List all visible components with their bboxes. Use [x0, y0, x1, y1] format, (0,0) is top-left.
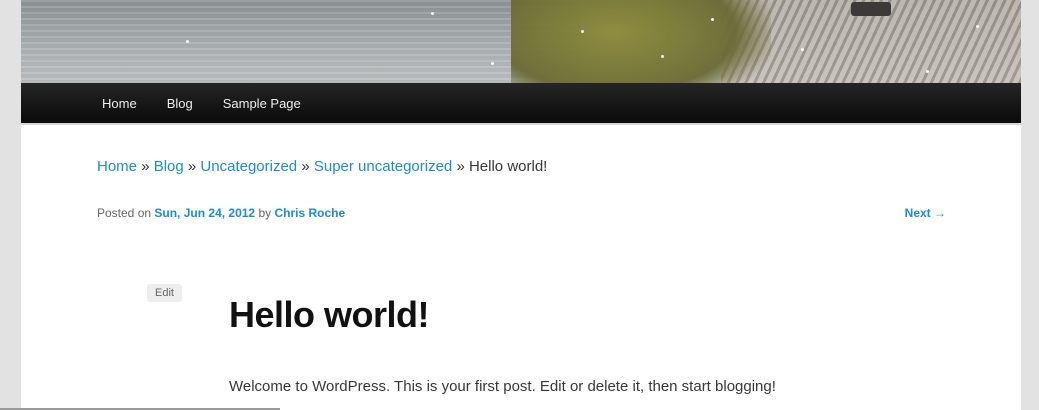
post-title: Hello world! — [229, 294, 430, 335]
next-post-link[interactable]: Next → — [905, 206, 946, 220]
snowflake — [801, 48, 804, 51]
breadcrumb-separator: » — [301, 158, 310, 175]
nav-item-home: Home — [87, 83, 152, 125]
nav-item-blog: Blog — [152, 83, 208, 125]
header-banner-image[interactable] — [21, 0, 1021, 83]
by-label: by — [258, 206, 272, 220]
breadcrumb-home[interactable]: Home — [97, 158, 137, 175]
nav-link-home[interactable]: Home — [87, 83, 152, 125]
breadcrumb-separator: » — [187, 158, 197, 175]
snowflake — [431, 12, 434, 15]
breadcrumb-current: Hello world! — [468, 158, 548, 175]
nav-menu: Home Blog Sample Page — [87, 83, 316, 125]
breadcrumb-separator: » — [141, 158, 150, 175]
post-date-link[interactable]: Sun, Jun 24, 2012 — [154, 206, 255, 220]
snowflake — [711, 18, 714, 21]
posted-on-label: Posted on — [97, 206, 152, 220]
page-container: Home Blog Sample Page Home » Blog » Unca… — [21, 0, 1021, 410]
snowflake — [581, 30, 584, 33]
snowflake — [186, 40, 189, 43]
breadcrumb: Home » Blog » Uncategorized » Super unca… — [97, 158, 547, 175]
breadcrumb-super-uncategorized[interactable]: Super uncategorized — [314, 158, 452, 175]
post-meta: Posted on Sun, Jun 24, 2012 by Chris Roc… — [97, 206, 345, 220]
nav-link-blog[interactable]: Blog — [152, 83, 208, 125]
banner-bench — [851, 2, 891, 16]
snowflake — [976, 25, 979, 28]
snowflake — [926, 70, 929, 73]
breadcrumb-uncategorized[interactable]: Uncategorized — [200, 158, 297, 175]
nav-link-sample-page[interactable]: Sample Page — [208, 83, 316, 125]
snowflake — [491, 62, 494, 65]
main-navigation: Home Blog Sample Page — [21, 83, 1021, 125]
author-link[interactable]: Chris Roche — [274, 206, 345, 220]
banner-tree — [511, 0, 771, 83]
breadcrumb-blog[interactable]: Blog — [154, 158, 184, 175]
nav-item-sample-page: Sample Page — [208, 83, 316, 125]
edit-button[interactable]: Edit — [147, 284, 182, 302]
banner-water — [21, 0, 581, 83]
snowflake — [661, 55, 664, 58]
post-content: Welcome to WordPress. This is your first… — [229, 378, 776, 395]
breadcrumb-separator: » — [456, 158, 465, 175]
